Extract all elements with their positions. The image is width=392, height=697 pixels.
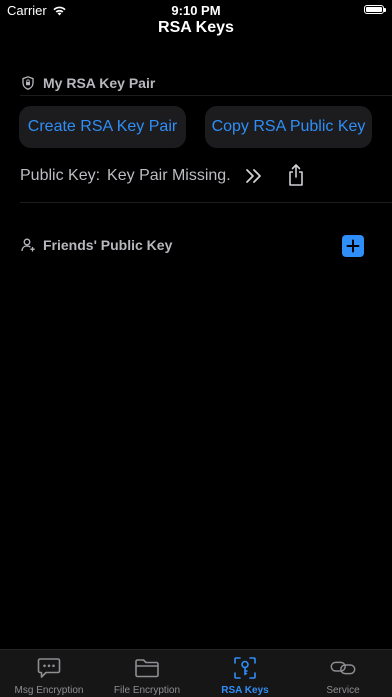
link-icon	[330, 655, 356, 681]
tab-service-label: Service	[326, 685, 360, 696]
friends-public-key-header-label: Friends' Public Key	[43, 237, 173, 253]
chevron-double-right-icon[interactable]	[243, 165, 265, 187]
tab-msg-encryption-label: Msg Encryption	[14, 685, 84, 696]
copy-rsa-public-key-button[interactable]: Copy RSA Public Key	[205, 106, 372, 148]
public-key-value: Key Pair Missing.	[107, 167, 231, 184]
tab-bar: Msg Encryption File Encryption RSA Keys	[0, 649, 392, 697]
divider	[20, 95, 392, 96]
share-icon[interactable]	[286, 163, 306, 187]
plus-icon	[346, 239, 360, 253]
shield-icon	[20, 75, 36, 91]
create-rsa-key-pair-button[interactable]: Create RSA Key Pair	[19, 106, 186, 148]
tab-msg-encryption[interactable]: Msg Encryption	[0, 650, 98, 697]
tab-file-encryption-label: File Encryption	[113, 685, 181, 696]
status-time: 9:10 PM	[171, 3, 221, 18]
add-friend-key-button[interactable]	[342, 235, 364, 257]
folder-icon	[134, 655, 160, 681]
key-icon	[232, 655, 258, 681]
my-key-pair-header: My RSA Key Pair	[20, 75, 155, 91]
tab-file-encryption[interactable]: File Encryption	[98, 650, 196, 697]
my-key-pair-header-label: My RSA Key Pair	[43, 75, 156, 91]
friends-public-key-header: Friends' Public Key	[20, 237, 172, 253]
divider	[20, 202, 392, 203]
message-icon	[36, 655, 62, 681]
battery-icon	[364, 5, 386, 14]
tab-rsa-keys[interactable]: RSA Keys	[196, 650, 294, 697]
public-key-label: Public Key:	[20, 167, 101, 184]
public-key-row: Public Key: Key Pair Missing.	[20, 165, 231, 187]
tab-rsa-keys-label: RSA Keys	[221, 685, 269, 696]
page-title: RSA Keys	[158, 19, 234, 36]
tab-service[interactable]: Service	[294, 650, 392, 697]
person-add-icon	[20, 237, 36, 253]
